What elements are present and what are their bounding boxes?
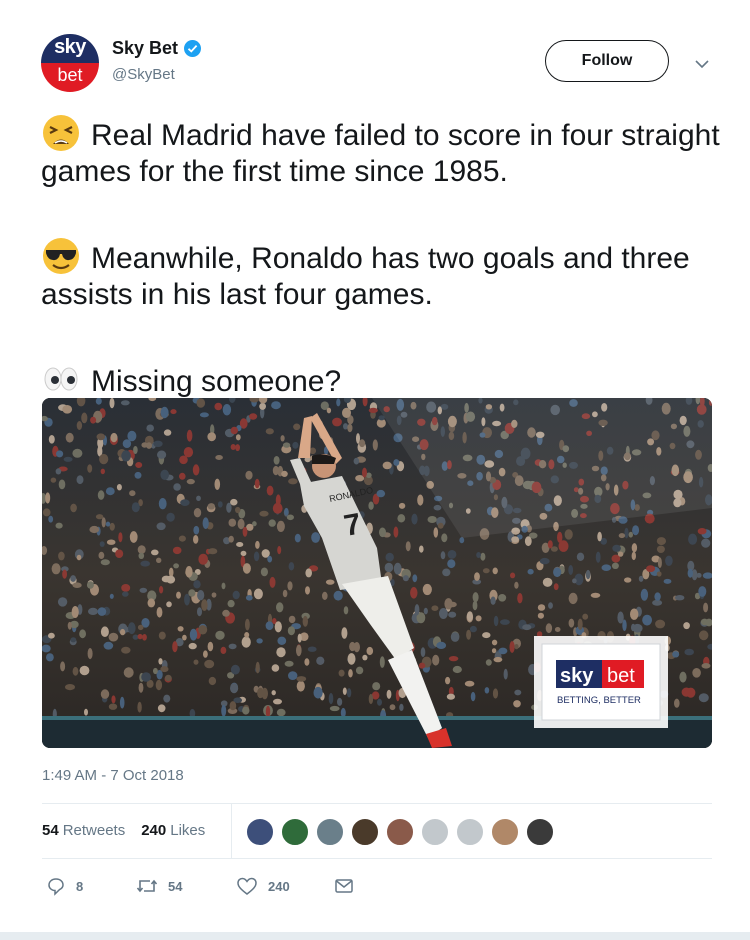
verified-badge-icon	[184, 40, 202, 57]
sunglasses-emoji	[41, 236, 81, 276]
reply-count: 8	[76, 878, 84, 894]
author-name-row[interactable]: Sky Bet	[112, 38, 202, 59]
bottom-strip	[0, 932, 750, 940]
retweets-label: Retweets	[62, 822, 126, 839]
liker-avatar[interactable]	[246, 818, 274, 846]
tweet-timestamp[interactable]: 1:49 AM - 7 Oct 2018	[42, 767, 184, 784]
liker-avatar[interactable]	[456, 818, 484, 846]
liker-avatar[interactable]	[491, 818, 519, 846]
retweet-button[interactable]: 54	[136, 876, 236, 896]
tweet-paragraph-3: Missing someone?	[41, 359, 721, 400]
stadium-photo: RONALDO 7 sky bet BETTING, BETTER	[42, 398, 712, 748]
likes-label: Likes	[170, 822, 206, 839]
sign-tagline: BETTING, BETTER	[557, 695, 641, 706]
retweet-count: 54	[168, 878, 183, 894]
tweet-paragraph-1-text: Real Madrid have failed to score in four…	[41, 119, 720, 188]
avatar[interactable]: sky bet	[41, 34, 99, 92]
liker-avatar[interactable]	[421, 818, 449, 846]
retweets-count: 54	[42, 822, 59, 839]
envelope-icon	[335, 879, 353, 893]
heart-icon	[237, 877, 257, 895]
like-count: 240	[268, 878, 290, 894]
divider-bottom	[42, 858, 712, 859]
stats-separator	[231, 804, 232, 858]
tweet-actions: 8 54 240	[46, 876, 354, 896]
sign-sky-text: sky	[560, 665, 594, 687]
tweet-paragraph-3-text: Missing someone?	[91, 365, 342, 398]
liker-avatars	[246, 818, 561, 846]
tweet-text: Real Madrid have failed to score in four…	[41, 113, 721, 400]
reply-button[interactable]: 8	[46, 876, 136, 896]
follow-button[interactable]: Follow	[545, 40, 669, 82]
tweet-paragraph-1: Real Madrid have failed to score in four…	[41, 113, 721, 190]
likes-count: 240	[141, 822, 167, 839]
divider-top	[42, 803, 712, 804]
avatar-bet-text: bet	[41, 63, 99, 92]
engagement-stats: 54 Retweets 240 Likes	[42, 822, 221, 839]
handle[interactable]: @SkyBet	[112, 66, 175, 83]
direct-message-button[interactable]	[334, 877, 354, 895]
sign-bet-text: bet	[607, 665, 635, 687]
liker-avatar[interactable]	[386, 818, 414, 846]
display-name[interactable]: Sky Bet	[112, 38, 178, 59]
likes-stat[interactable]: 240 Likes	[141, 822, 205, 839]
liker-avatar[interactable]	[351, 818, 379, 846]
liker-avatar[interactable]	[526, 818, 554, 846]
eyes-emoji	[41, 359, 81, 399]
tired-face-emoji	[41, 113, 81, 153]
liker-avatar[interactable]	[316, 818, 344, 846]
sky-bet-sign: sky bet BETTING, BETTER	[534, 636, 668, 728]
chevron-down-icon[interactable]	[694, 56, 710, 74]
tweet-media-image[interactable]: RONALDO 7 sky bet BETTING, BETTER	[42, 398, 712, 748]
retweet-icon	[136, 879, 158, 893]
tweet-paragraph-2-text: Meanwhile, Ronaldo has two goals and thr…	[41, 242, 690, 311]
avatar-sky-text: sky	[41, 34, 99, 63]
liker-avatar[interactable]	[281, 818, 309, 846]
reply-icon	[48, 878, 64, 896]
like-button[interactable]: 240	[236, 876, 334, 896]
tweet-paragraph-2: Meanwhile, Ronaldo has two goals and thr…	[41, 236, 721, 313]
retweets-stat[interactable]: 54 Retweets	[42, 822, 125, 839]
